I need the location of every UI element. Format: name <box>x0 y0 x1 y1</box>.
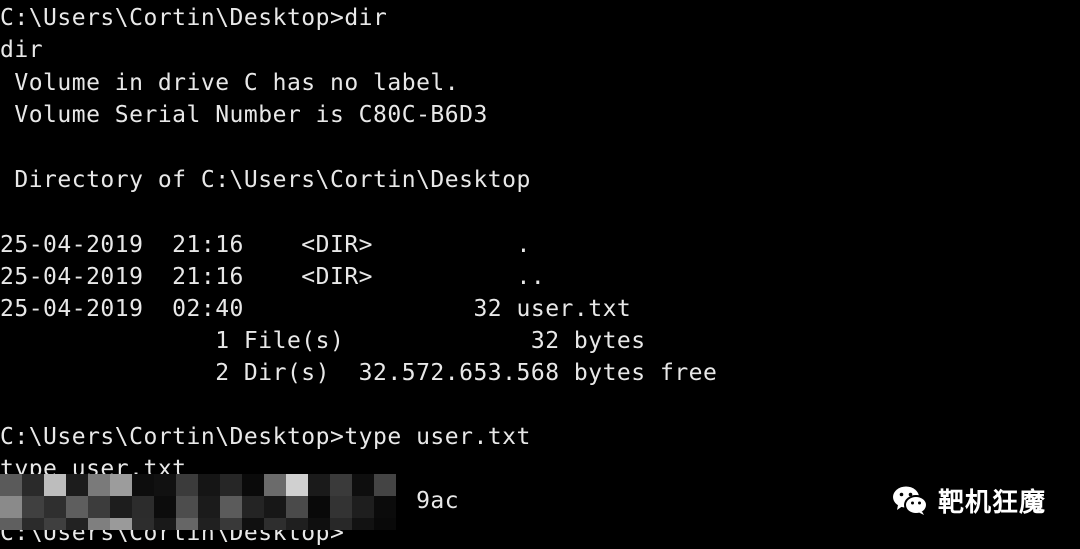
terminal-line: 25-04-2019 21:16 <DIR> .. <box>0 264 546 290</box>
watermark-text: 靶机狂魔 <box>937 487 1046 518</box>
terminal-window[interactable]: C:\Users\Cortin\Desktop>dir dir Volume i… <box>0 0 1080 549</box>
terminal-line: 2 Dir(s) 32.572.653.568 bytes free <box>0 360 718 386</box>
terminal-line: Volume Serial Number is C80C-B6D3 <box>0 102 488 128</box>
wechat-icon <box>892 486 928 515</box>
terminal-line: C:\Users\Cortin\Desktop>type user.txt <box>0 424 531 450</box>
watermark: 靶机狂魔 <box>890 480 1046 520</box>
terminal-line: 25-04-2019 02:40 32 user.txt <box>0 296 632 322</box>
terminal-line: Directory of C:\Users\Cortin\Desktop <box>0 167 531 193</box>
terminal-line: dir <box>0 37 44 63</box>
terminal-line: Volume in drive C has no label. <box>0 70 460 96</box>
pixelated-redaction <box>0 474 410 530</box>
terminal-line: 1 File(s) 32 bytes <box>0 328 646 354</box>
terminal-line: 25-04-2019 21:16 <DIR> . <box>0 232 531 258</box>
terminal-line: C:\Users\Cortin\Desktop>dir <box>0 5 388 31</box>
